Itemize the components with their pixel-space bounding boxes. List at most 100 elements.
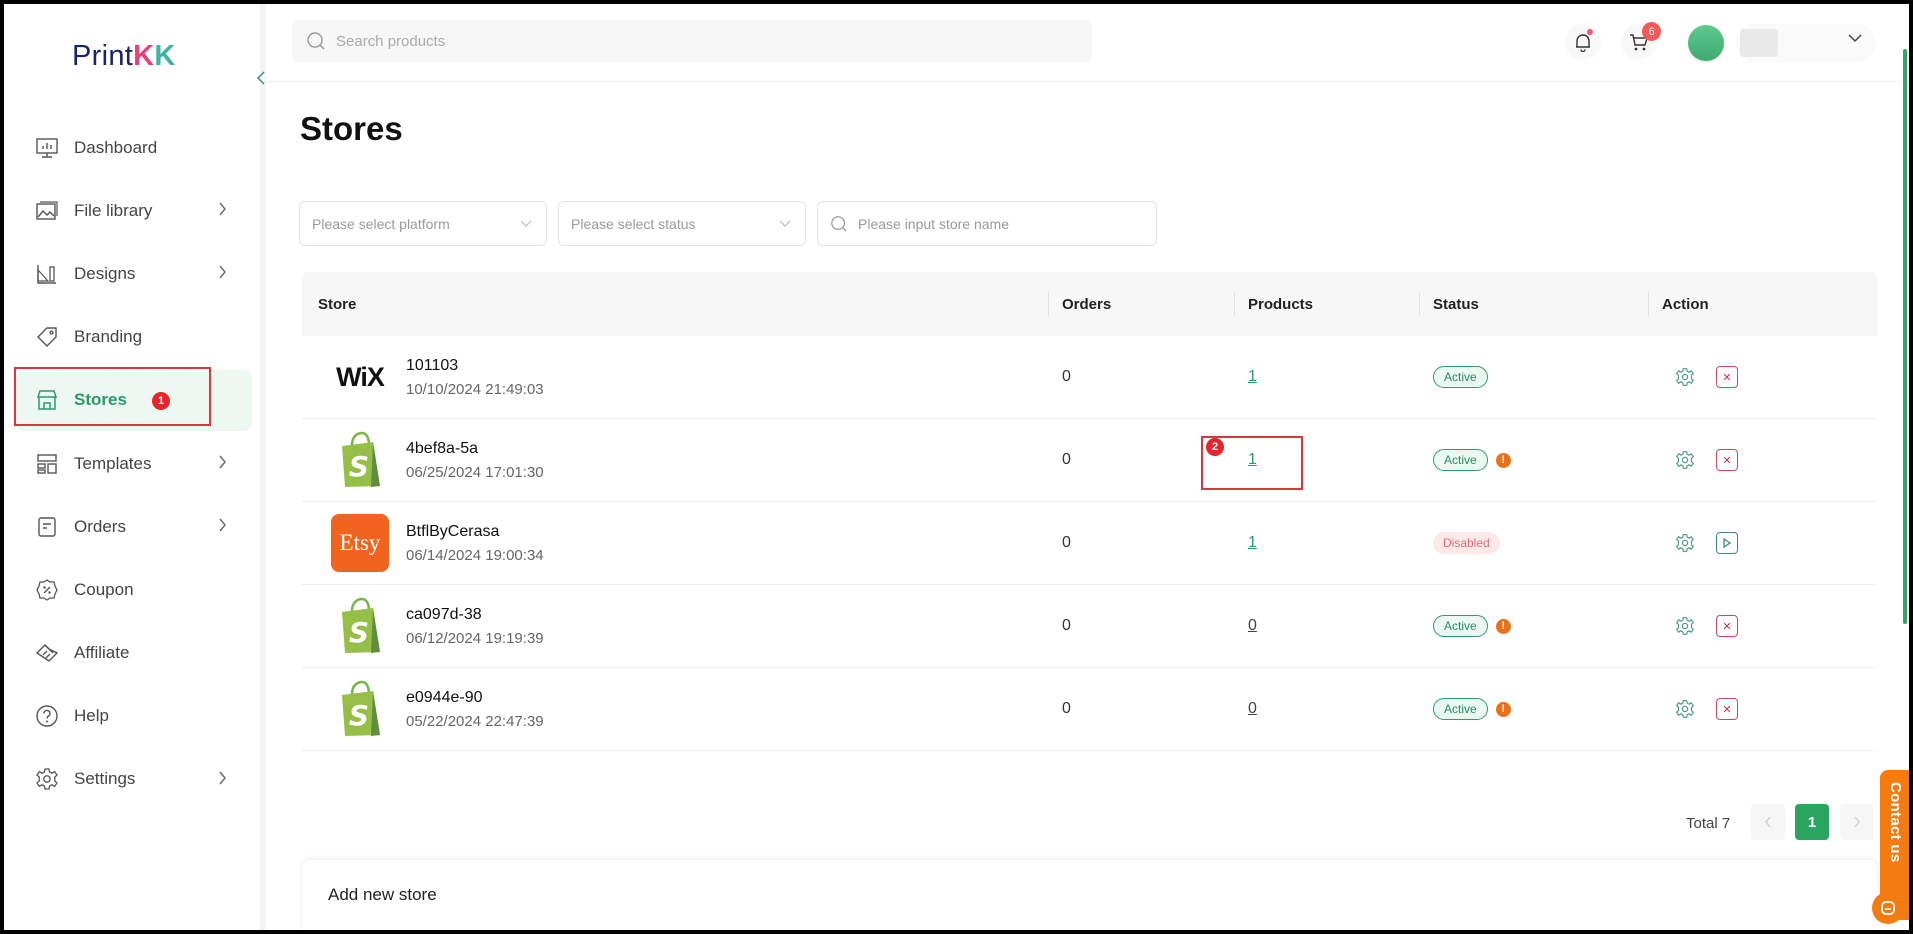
store-date: 06/25/2024 17:01:30	[406, 463, 544, 481]
contact-us-button[interactable]: Contact us	[1872, 770, 1909, 924]
platform-select[interactable]: Please select platform	[299, 201, 547, 246]
orders-cell: 0	[1062, 700, 1071, 717]
sidebar-item-help[interactable]: Help	[4, 685, 262, 748]
sidebar-item-affiliate[interactable]: Affiliate	[4, 622, 262, 685]
notifications-button[interactable]	[1565, 24, 1601, 60]
products-count-link[interactable]: 0	[1248, 700, 1257, 718]
gear-icon	[1675, 699, 1695, 719]
pagination-next-button[interactable]	[1840, 804, 1874, 840]
store-name-search-input[interactable]: Please input store name	[817, 201, 1157, 246]
user-avatar[interactable]	[1688, 25, 1724, 61]
products-count-link[interactable]: 1	[1248, 451, 1257, 469]
disconnect-store-button[interactable]: ✕	[1716, 449, 1738, 471]
orders-cell: 0	[1062, 617, 1071, 634]
shopify-logo: S	[342, 431, 380, 487]
warning-icon[interactable]: !	[1495, 618, 1511, 634]
chevron-down-icon	[779, 220, 791, 227]
play-icon	[1723, 538, 1732, 548]
sidebar-item-orders[interactable]: Orders	[4, 495, 262, 558]
disconnect-store-button[interactable]: ✕	[1716, 366, 1738, 388]
products-cell: 0	[1234, 668, 1419, 750]
sidebar-item-dashboard[interactable]: Dashboard	[4, 116, 262, 179]
sidebar-item-coupon[interactable]: Coupon	[4, 558, 262, 621]
sidebar-item-templates[interactable]: Templates	[4, 432, 262, 495]
store-info: e0944e-90 05/22/2024 22:47:39	[406, 689, 544, 730]
store-settings-button[interactable]	[1674, 698, 1696, 720]
store-cell: WiX 101103 10/10/2024 21:49:03	[302, 336, 1048, 418]
products-count-link[interactable]: 1	[1248, 534, 1257, 552]
store-date: 06/14/2024 19:00:34	[406, 546, 544, 564]
close-icon: ✕	[1722, 454, 1732, 467]
product-search-input[interactable]: Search products	[292, 20, 1092, 62]
annotation-step-badge: 1	[152, 392, 170, 410]
store-cell: S 4bef8a-5a 06/25/2024 17:01:30	[302, 419, 1048, 501]
table-row: S 4bef8a-5a 06/25/2024 17:01:30 0 1 Active! ✕	[302, 419, 1877, 502]
store-info: 4bef8a-5a 06/25/2024 17:01:30	[406, 440, 544, 481]
store-name: 4bef8a-5a	[406, 439, 479, 457]
warning-icon[interactable]: !	[1495, 701, 1511, 717]
store-settings-button[interactable]	[1674, 366, 1696, 388]
sidebar-nav: Dashboard File library Designs Branding Stor…	[4, 116, 262, 811]
sidebar-item-file-library[interactable]: File library	[4, 179, 262, 242]
status-cell: Disabled	[1419, 502, 1648, 584]
store-date: 06/12/2024 19:19:39	[406, 629, 544, 647]
store-date: 05/22/2024 22:47:39	[406, 712, 544, 730]
status-badge: Active	[1433, 615, 1488, 637]
chevron-right-icon	[1854, 816, 1860, 828]
search-placeholder: Search products	[336, 32, 446, 50]
orders-cell: 0	[1062, 451, 1071, 468]
sidebar-item-label: File library	[74, 200, 153, 220]
sidebar-item-stores[interactable]: Stores	[4, 369, 262, 432]
column-header-products: Products	[1234, 272, 1419, 336]
pagination-total: Total 7	[1686, 815, 1731, 832]
platform-logo: S	[330, 679, 390, 739]
sidebar-collapse-button[interactable]	[249, 66, 273, 90]
sidebar-item-settings[interactable]: Settings	[4, 748, 262, 811]
printkk-logo[interactable]: PrintKK	[72, 40, 176, 73]
sidebar: PrintKK Dashboard File library Designs Bran…	[4, 4, 266, 930]
search-icon	[307, 32, 325, 50]
chevron-right-icon	[218, 200, 227, 221]
store-cell: Sca097d-38 06/12/2024 19:19:39	[302, 585, 1048, 667]
pagination-prev-button[interactable]	[1751, 804, 1785, 840]
chevron-right-icon	[218, 453, 227, 474]
products-cell: 1	[1234, 336, 1419, 418]
logo-k1: K	[133, 40, 155, 72]
user-name-redacted	[1740, 29, 1778, 57]
sidebar-item-branding[interactable]: Branding	[4, 306, 262, 369]
products-count-link[interactable]: 0	[1248, 617, 1257, 635]
store-settings-button[interactable]	[1674, 615, 1696, 637]
gear-icon	[1675, 616, 1695, 636]
store-cell: Etsy BtflByCerasa 06/14/2024 19:00:34	[302, 502, 1048, 584]
platform-logo: Etsy	[330, 513, 390, 573]
user-menu[interactable]	[1736, 24, 1876, 62]
products-count-link[interactable]: 1	[1248, 368, 1257, 386]
disconnect-store-button[interactable]: ✕	[1716, 615, 1738, 637]
warning-icon[interactable]: !	[1495, 452, 1511, 468]
store-name: BtflByCerasa	[406, 522, 500, 540]
cart-button[interactable]: 6	[1621, 22, 1661, 60]
sidebar-item-label: Orders	[74, 516, 126, 536]
sidebar-item-label: Stores	[74, 390, 127, 410]
action-cell: ✕	[1648, 668, 1877, 750]
disconnect-store-button[interactable]: ✕	[1716, 698, 1738, 720]
column-header-action: Action	[1648, 272, 1877, 336]
add-new-store-panel[interactable]: Add new store	[302, 860, 1877, 930]
action-cell: ✕	[1648, 419, 1877, 501]
status-cell: Active!	[1419, 668, 1648, 750]
sidebar-item-label: Help	[74, 706, 109, 726]
pagination-page-current[interactable]: 1	[1795, 804, 1829, 840]
table-row: Etsy BtflByCerasa 06/14/2024 19:00:34 0 1 Dis…	[302, 502, 1877, 585]
store-settings-button[interactable]	[1674, 532, 1696, 554]
gear-icon	[34, 766, 60, 792]
gear-icon	[1675, 367, 1695, 387]
top-header: Search products 6	[266, 4, 1909, 82]
page-scrollbar[interactable]	[1903, 49, 1907, 624]
status-select[interactable]: Please select status	[558, 201, 806, 246]
store-settings-button[interactable]	[1674, 449, 1696, 471]
sidebar-item-designs[interactable]: Designs	[4, 242, 262, 305]
status-badge: Active	[1433, 449, 1488, 471]
shopify-logo: S	[342, 597, 380, 653]
enable-store-button[interactable]	[1716, 532, 1738, 554]
tag-icon	[34, 324, 60, 350]
